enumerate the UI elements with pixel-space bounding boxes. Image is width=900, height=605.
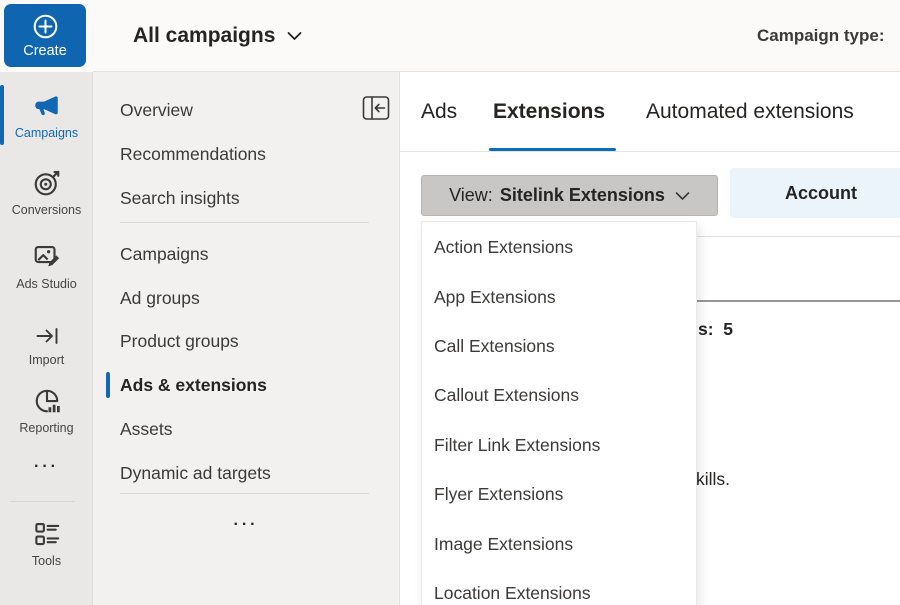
sidebar-item-search-insights[interactable]: Search insights (93, 176, 399, 220)
tab-extensions[interactable]: Extensions (493, 72, 605, 151)
tabstrip-divider (400, 151, 900, 152)
rail-item-reporting[interactable]: Reporting (0, 386, 93, 435)
chevron-down-icon (675, 191, 690, 201)
rail-item-label: Tools (32, 554, 61, 568)
account-button[interactable]: Account (730, 168, 900, 218)
rail-item-import[interactable]: Import (0, 324, 93, 367)
sidebar-item-ads-extensions[interactable]: Ads & extensions (93, 363, 399, 407)
table-header-divider (697, 300, 900, 302)
list-icon (32, 519, 62, 549)
chevron-down-icon (287, 31, 302, 41)
menu-item-location-extensions[interactable]: Location Extensions (422, 569, 696, 605)
image-edit-icon (32, 242, 62, 272)
rail-divider (11, 501, 75, 502)
sidebar-item-assets[interactable]: Assets (93, 407, 399, 451)
sidebar-item-recommendations[interactable]: Recommendations (93, 132, 399, 176)
campaign-scope-selector[interactable]: All campaigns (133, 0, 302, 71)
tab-ads[interactable]: Ads (421, 72, 457, 151)
top-header: Create All campaigns Campaign type: (0, 0, 900, 72)
scope-label: All campaigns (133, 24, 275, 48)
sidebar-more-button[interactable]: ··· (93, 516, 399, 534)
menu-item-flyer-extensions[interactable]: Flyer Extensions (422, 470, 696, 519)
rail-item-conversions[interactable]: Conversions (0, 168, 93, 217)
rail-item-label: Import (29, 353, 64, 367)
target-icon (32, 168, 62, 198)
plus-circle-icon (32, 13, 59, 40)
sidebar-item-dynamic-ad-targets[interactable]: Dynamic ad targets (93, 451, 399, 495)
sidebar-item-ad-groups[interactable]: Ad groups (93, 276, 399, 320)
rail-item-tools[interactable]: Tools (0, 519, 93, 568)
sidebar-item-campaigns[interactable]: Campaigns (93, 232, 399, 276)
create-button[interactable]: Create (4, 4, 86, 67)
pie-chart-icon (32, 386, 62, 416)
sidebar-divider (120, 493, 369, 494)
menu-item-callout-extensions[interactable]: Callout Extensions (422, 371, 696, 420)
menu-item-filter-link-extensions[interactable]: Filter Link Extensions (422, 421, 696, 470)
sidebar-item-overview[interactable]: Overview (93, 88, 399, 132)
view-dropdown-button[interactable]: View: Sitelink Extensions (421, 175, 718, 216)
rail-more-button[interactable]: ··· (0, 458, 93, 476)
rail-item-label: Campaigns (15, 126, 78, 140)
rail-item-label: Reporting (19, 421, 73, 435)
megaphone-icon (31, 91, 62, 121)
menu-item-app-extensions[interactable]: App Extensions (422, 272, 696, 321)
view-prefix-label: View: (449, 185, 493, 206)
extension-type-menu: Action Extensions App Extensions Call Ex… (421, 221, 697, 605)
menu-item-image-extensions[interactable]: Image Extensions (422, 519, 696, 568)
rail-item-label: Ads Studio (16, 277, 76, 291)
nav-sidebar: Overview Recommendations Search insights… (93, 72, 400, 605)
menu-item-action-extensions[interactable]: Action Extensions (422, 223, 696, 272)
tab-automated-extensions[interactable]: Automated extensions (646, 72, 854, 151)
partial-count-text: s: 5 (698, 319, 733, 340)
rail-item-ads-studio[interactable]: Ads Studio (0, 242, 93, 291)
menu-item-call-extensions[interactable]: Call Extensions (422, 322, 696, 371)
rail-item-campaigns[interactable]: Campaigns (0, 91, 93, 140)
rail-item-label: Conversions (12, 203, 81, 217)
create-button-label: Create (23, 43, 67, 59)
toolbar-divider (697, 236, 900, 237)
app-window: Create All campaigns Campaign type: Camp… (0, 0, 900, 605)
sidebar-divider (120, 222, 369, 223)
view-selected-value: Sitelink Extensions (500, 185, 665, 206)
campaign-type-label: Campaign type: (757, 0, 885, 71)
app-rail: Campaigns Conversions Ads Studio (0, 72, 93, 605)
partial-sentence-text: kills. (696, 469, 730, 490)
import-arrow-icon (33, 324, 61, 348)
main-content: Ads Extensions Automated extensions s: 5… (400, 72, 900, 605)
sidebar-item-product-groups[interactable]: Product groups (93, 319, 399, 363)
